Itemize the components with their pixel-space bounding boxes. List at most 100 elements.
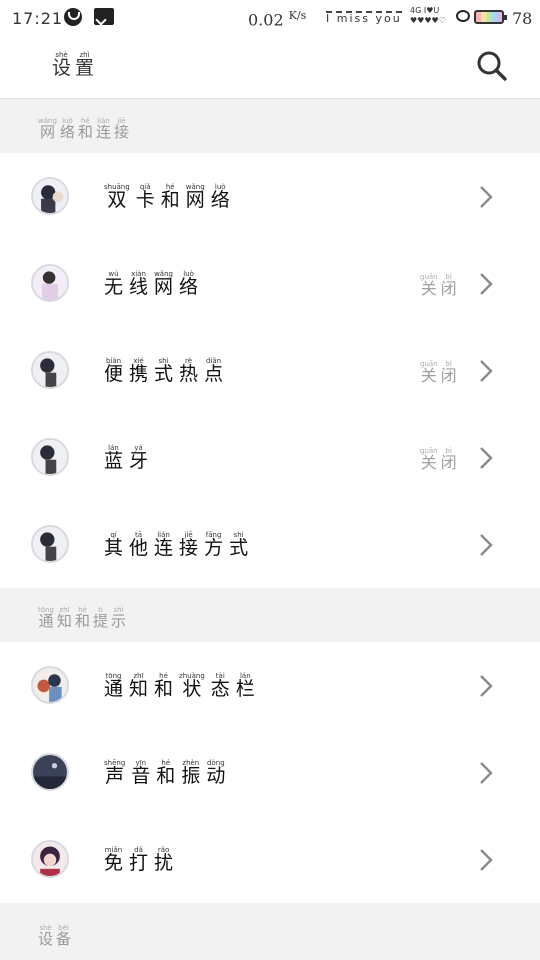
settings-item-label: lán 蓝 yá 牙: [104, 444, 154, 472]
char-cell: miǎn 免: [104, 846, 123, 874]
settings-item-bluetooth[interactable]: lán 蓝 yá 牙 guān 关 bì 闭: [0, 414, 540, 501]
char-cell: lián 连: [154, 531, 173, 559]
char-cell: wǎng 网: [186, 183, 205, 211]
char-cell: zhuàng 状: [179, 672, 205, 700]
network-speed: 0.02 K/s: [248, 9, 306, 29]
signal-indicator: 4G I♥U ♥♥♥♥♡: [410, 6, 446, 25]
char-cell: qiǎ 卡: [136, 183, 155, 211]
settings-item-do-not-disturb[interactable]: miǎn 免 dǎ 打 rǎo 扰: [0, 816, 540, 903]
character: 和: [77, 123, 93, 142]
char-cell: tōng 通: [104, 672, 123, 700]
settings-item-status: guān 关 bì 闭: [420, 447, 460, 472]
network-speed-value: 0.02: [248, 10, 284, 30]
chevron-right-icon: [480, 186, 493, 208]
char-cell: diǎn 点: [204, 357, 223, 385]
battery-level: 78: [512, 9, 533, 28]
char-cell: zhī 知: [129, 672, 148, 700]
character: 关: [420, 366, 437, 385]
char-cell: dǎ 打: [129, 846, 148, 874]
character: 网: [185, 189, 205, 211]
character: 动: [206, 765, 226, 787]
settings-item-hotspot[interactable]: biàn 便 xié 携 shì 式 rè 热 diǎn 点 guān 关 bì 闭: [0, 327, 540, 414]
character: 置: [75, 57, 95, 79]
search-icon[interactable]: [476, 50, 508, 82]
character: 设: [38, 930, 54, 949]
character: 便: [104, 363, 124, 385]
chevron-right-icon: [480, 360, 493, 382]
settings-item-wlan[interactable]: wú 无 xiàn 线 wǎng 网 luò 络 guān 关 bì 闭: [0, 240, 540, 327]
char-cell: bì 闭: [441, 447, 457, 472]
avatar-icon: [31, 438, 69, 476]
character: 关: [420, 453, 437, 472]
character: 方: [204, 537, 224, 559]
character: 热: [179, 363, 199, 385]
character: 闭: [440, 279, 457, 298]
character: 通: [104, 678, 124, 700]
chevron-right-icon: [480, 447, 493, 469]
settings-item-notifications-status-bar[interactable]: tōng 通 zhī 知 hé 和 zhuàng 状 tài 态 lán 栏: [0, 642, 540, 729]
char-cell: biàn 便: [104, 357, 123, 385]
char-cell: qí 其: [104, 531, 123, 559]
char-cell: rè 热: [179, 357, 198, 385]
status-bar: 17:21 0.02 K/s I miss you 4G I♥U ♥♥♥♥♡ 78: [0, 0, 540, 36]
char-cell: shuāng 双: [104, 183, 130, 211]
avatar-icon: [31, 666, 69, 704]
settings-item-status: guān 关 bì 闭: [420, 273, 460, 298]
character: 卡: [135, 189, 155, 211]
character: 示: [110, 612, 126, 631]
character: 携: [129, 363, 149, 385]
char-cell: zhèn 振: [181, 759, 200, 787]
character: 牙: [129, 450, 149, 472]
character: 免: [104, 852, 124, 874]
settings-item-label: qí 其 tā 他 lián 连 jiē 接 fāng 方 shì 式: [104, 531, 254, 559]
char-cell: wǎng 网: [154, 270, 173, 298]
character: 打: [129, 852, 149, 874]
section-header-notifications: tōng 通 zhī 知 hé 和 tí 提 shì 示: [0, 588, 540, 642]
char-cell: guān 关: [420, 360, 438, 385]
char-cell: hé 和: [161, 183, 180, 211]
character: 闭: [440, 366, 457, 385]
avatar-icon: [31, 525, 69, 563]
char-cell: dòng 动: [206, 759, 225, 787]
notification-app-icon: [64, 8, 82, 26]
settings-item-sound-vibration[interactable]: shēng 声 yīn 音 hé 和 zhèn 振 dòng 动: [0, 729, 540, 816]
character: 络: [179, 276, 199, 298]
avatar-icon: [31, 351, 69, 389]
settings-item-label: miǎn 免 dǎ 打 rǎo 扰: [104, 846, 179, 874]
settings-item-label: shuāng 双 qiǎ 卡 hé 和 wǎng 网 luò 络: [104, 183, 236, 211]
char-cell: tā 他: [129, 531, 148, 559]
chevron-right-icon: [480, 273, 493, 295]
character: 式: [229, 537, 249, 559]
character: 接: [179, 537, 199, 559]
settings-item-dual-sim[interactable]: shuāng 双 qiǎ 卡 hé 和 wǎng 网 luò 络: [0, 153, 540, 240]
character: 和: [74, 612, 90, 631]
char-cell: tōng 通: [38, 606, 54, 630]
char-cell: bì 闭: [441, 273, 457, 298]
character: 知: [129, 678, 149, 700]
character: 他: [129, 537, 149, 559]
character: 和: [156, 765, 176, 787]
settings-item-label: tōng 通 zhī 知 hé 和 zhuàng 状 tài 态 lán 栏: [104, 672, 261, 700]
char-cell: lán 栏: [236, 672, 255, 700]
settings-item-label: shēng 声 yīn 音 hé 和 zhèn 振 dòng 动: [104, 759, 231, 787]
status-time: 17:21: [12, 9, 64, 28]
char-cell: luò 络: [179, 270, 198, 298]
char-cell: wú 无: [104, 270, 123, 298]
char-cell: bì 闭: [441, 360, 457, 385]
character: 接: [113, 123, 129, 142]
char-cell: hé 和: [154, 672, 173, 700]
char-cell: tí 提: [93, 606, 108, 630]
section-header-network: wǎng 网 luò 络 hé 和 lián 连 jiē 接: [0, 99, 540, 153]
char-cell: shì 式: [229, 531, 248, 559]
battery-icon: [474, 10, 507, 24]
char-cell: shè 设: [52, 51, 71, 79]
char-cell: shè 设: [38, 924, 53, 948]
settings-item-status: guān 关 bì 闭: [420, 360, 460, 385]
char-cell: xié 携: [129, 357, 148, 385]
char-cell: yá 牙: [129, 444, 148, 472]
char-cell: shì 示: [111, 606, 126, 630]
settings-item-label: biàn 便 xié 携 shì 式 rè 热 diǎn 点: [104, 357, 229, 385]
character: 连: [95, 123, 111, 142]
settings-item-other-connections[interactable]: qí 其 tā 他 lián 连 jiē 接 fāng 方 shì 式: [0, 501, 540, 588]
charging-icon: [456, 10, 470, 22]
